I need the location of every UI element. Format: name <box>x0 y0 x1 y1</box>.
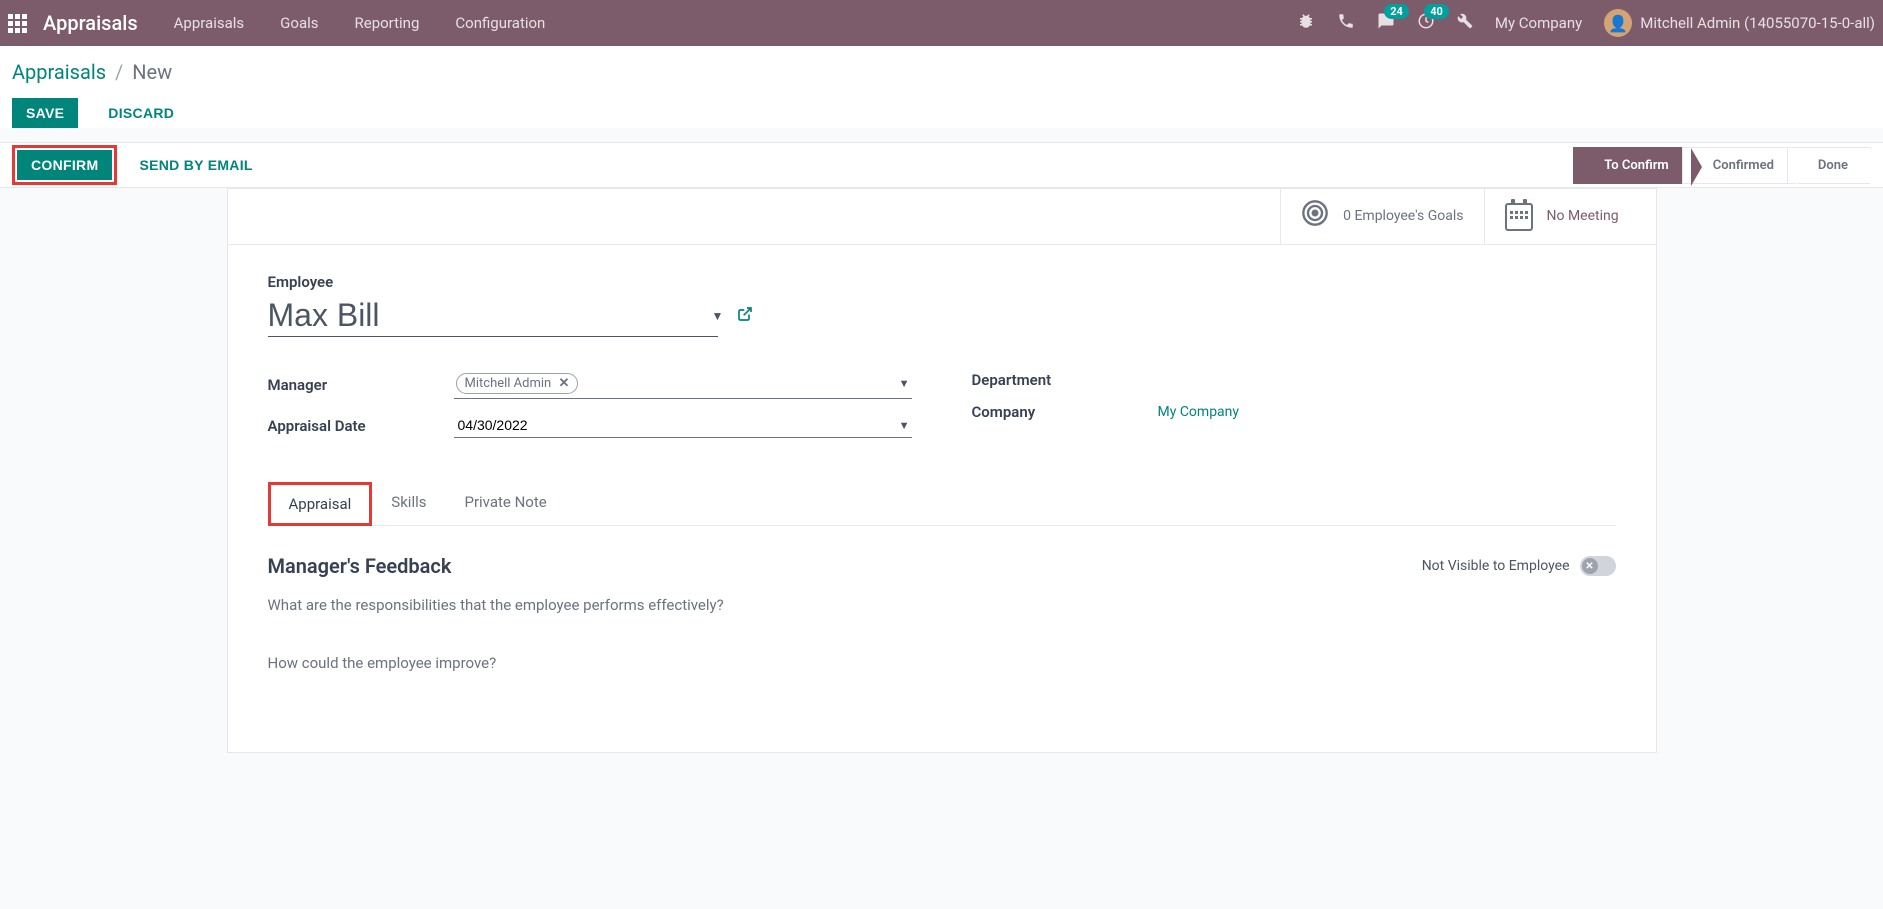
statusbar-left: Confirm Send By Email <box>12 145 267 185</box>
stat-meeting[interactable]: No Meeting <box>1484 189 1656 244</box>
remove-tag-icon[interactable]: ✕ <box>558 376 569 391</box>
date-row: Appraisal Date ▼ <box>268 413 912 438</box>
discard-button[interactable]: Discard <box>94 98 188 128</box>
form-sheet: 0 Employee's Goals No Meeting Employee ▼ <box>227 188 1657 753</box>
stat-goals-text: 0 Employee's Goals <box>1343 207 1463 225</box>
confirm-button[interactable]: Confirm <box>17 150 112 180</box>
form-col-right: Department Company My Company <box>972 371 1616 452</box>
tab-skills[interactable]: Skills <box>372 482 445 525</box>
company-selector[interactable]: My Company <box>1495 14 1582 32</box>
visibility-label: Not Visible to Employee <box>1422 558 1570 574</box>
send-by-email-button[interactable]: Send By Email <box>125 150 266 180</box>
menu-goals[interactable]: Goals <box>280 14 318 32</box>
control-panel: Appraisals / New Save Discard <box>0 46 1883 128</box>
external-link-icon[interactable] <box>737 306 753 326</box>
visibility-toggle[interactable]: ✕ <box>1580 556 1616 576</box>
bug-icon[interactable] <box>1297 12 1315 35</box>
company-row: Company My Company <box>972 403 1616 421</box>
tab-appraisal[interactable]: Appraisal <box>268 482 373 526</box>
status-bar: Confirm Send By Email To Confirm Confirm… <box>0 142 1883 188</box>
activities-badge: 40 <box>1424 4 1449 19</box>
tools-icon[interactable] <box>1457 13 1473 34</box>
visibility-toggle-group: Not Visible to Employee ✕ <box>1422 556 1616 576</box>
save-button[interactable]: Save <box>12 98 78 128</box>
messages-icon[interactable]: 24 <box>1377 12 1395 35</box>
control-buttons: Save Discard <box>12 98 1871 128</box>
user-menu[interactable]: 👤 Mitchell Admin (14055070-15-0-all) <box>1604 9 1875 37</box>
company-label: Company <box>972 403 1158 421</box>
feedback-question-1[interactable]: What are the responsibilities that the e… <box>268 596 1616 614</box>
app-title[interactable]: Appraisals <box>43 11 138 35</box>
manager-field[interactable]: Mitchell Admin ✕ ▼ <box>454 371 912 399</box>
breadcrumb-current: New <box>132 60 172 84</box>
date-input[interactable] <box>454 413 912 438</box>
breadcrumb-root[interactable]: Appraisals <box>12 60 106 84</box>
stage-to-confirm[interactable]: To Confirm <box>1573 147 1691 184</box>
top-navbar: Appraisals Appraisals Goals Reporting Co… <box>0 0 1883 46</box>
manager-label: Manager <box>268 376 454 394</box>
stat-meeting-text: No Meeting <box>1547 207 1619 225</box>
stat-buttons: 0 Employee's Goals No Meeting <box>228 189 1656 245</box>
activities-icon[interactable]: 40 <box>1417 12 1435 35</box>
avatar: 👤 <box>1604 9 1632 37</box>
menu-appraisals[interactable]: Appraisals <box>174 14 245 32</box>
employee-dropdown-icon[interactable]: ▼ <box>712 309 724 323</box>
department-row: Department <box>972 371 1616 389</box>
phone-icon[interactable] <box>1337 12 1355 35</box>
target-icon <box>1301 199 1329 234</box>
form-tabs: Appraisal Skills Private Note <box>268 482 1616 526</box>
user-name: Mitchell Admin (14055070-15-0-all) <box>1640 14 1875 32</box>
apps-icon[interactable] <box>8 14 27 33</box>
stat-goals[interactable]: 0 Employee's Goals <box>1280 189 1483 244</box>
nav-menu: Appraisals Goals Reporting Configuration <box>174 14 546 32</box>
form-container: 0 Employee's Goals No Meeting Employee ▼ <box>0 188 1883 753</box>
nav-right: 24 40 My Company 👤 Mitchell Admin (14055… <box>1297 9 1875 37</box>
confirm-highlight: Confirm <box>12 145 117 185</box>
manager-row: Manager Mitchell Admin ✕ ▼ <box>268 371 912 399</box>
company-field: My Company <box>1158 404 1616 420</box>
status-stages: To Confirm Confirmed Done <box>1573 147 1871 184</box>
date-label: Appraisal Date <box>268 417 454 435</box>
menu-configuration[interactable]: Configuration <box>455 14 545 32</box>
employee-label: Employee <box>268 273 1616 291</box>
toggle-knob: ✕ <box>1582 558 1598 574</box>
form-col-left: Manager Mitchell Admin ✕ ▼ <box>268 371 912 452</box>
employee-input[interactable] <box>268 295 718 337</box>
company-link[interactable]: My Company <box>1158 404 1240 420</box>
menu-reporting[interactable]: Reporting <box>355 14 420 32</box>
date-field: ▼ <box>454 413 912 438</box>
form-grid: Manager Mitchell Admin ✕ ▼ <box>268 371 1616 452</box>
feedback-question-2[interactable]: How could the employee improve? <box>268 654 1616 672</box>
messages-badge: 24 <box>1384 4 1409 19</box>
department-label: Department <box>972 371 1158 389</box>
breadcrumb: Appraisals / New <box>12 60 1871 84</box>
manager-tag: Mitchell Admin ✕ <box>456 373 579 394</box>
calendar-icon <box>1505 203 1533 231</box>
feedback-header: Manager's Feedback Not Visible to Employ… <box>268 554 1616 578</box>
tab-private-note[interactable]: Private Note <box>445 482 565 525</box>
feedback-title: Manager's Feedback <box>268 554 452 578</box>
employee-row: ▼ <box>268 295 1616 337</box>
sheet-body: Employee ▼ Manager Mitchell Admin <box>228 245 1656 752</box>
